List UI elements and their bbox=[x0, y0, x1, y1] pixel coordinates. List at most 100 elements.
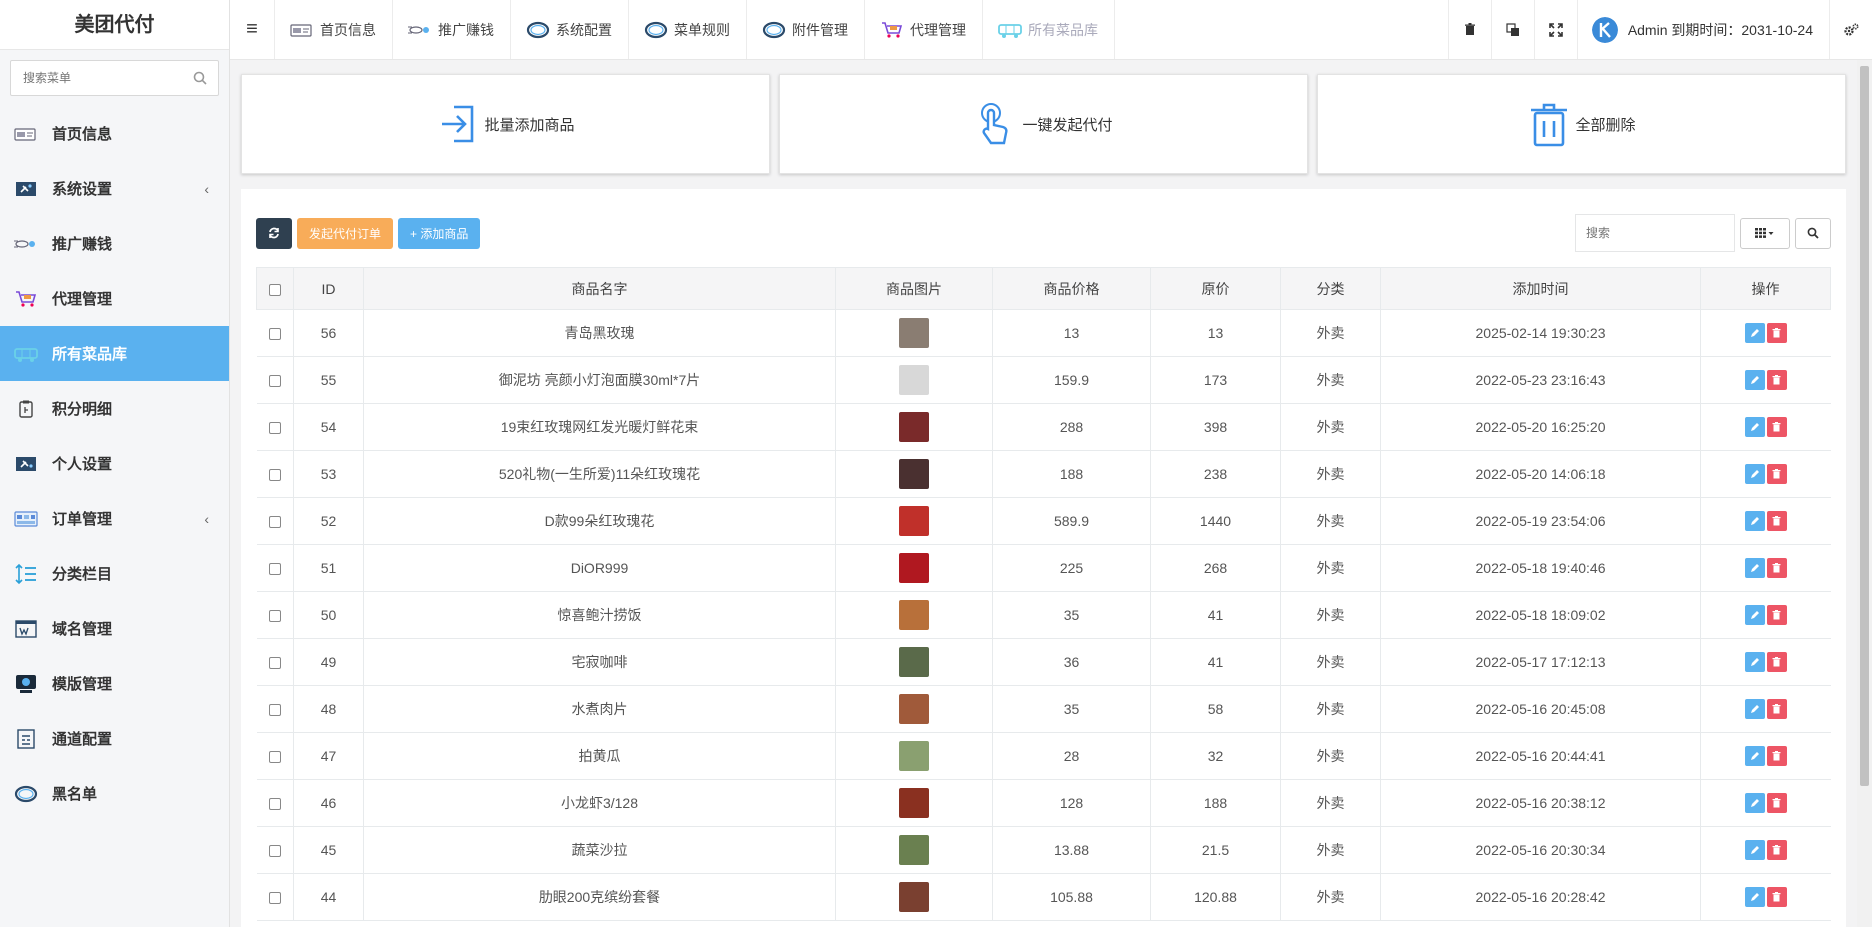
theme-settings-button[interactable] bbox=[1829, 0, 1872, 59]
product-thumbnail[interactable] bbox=[899, 365, 929, 395]
sidebar-item-11[interactable]: 通道配置 bbox=[0, 711, 229, 766]
edit-button[interactable] bbox=[1744, 558, 1765, 578]
row-checkbox[interactable] bbox=[268, 798, 281, 811]
delete-button[interactable] bbox=[1766, 464, 1787, 484]
create-pay-order-button[interactable]: 发起代付订单 bbox=[297, 217, 394, 249]
row-checkbox[interactable] bbox=[268, 375, 281, 388]
row-checkbox[interactable] bbox=[268, 704, 281, 717]
product-thumbnail[interactable] bbox=[899, 318, 929, 348]
row-checkbox[interactable] bbox=[268, 845, 281, 858]
sidebar-item-2[interactable]: 推广赚钱 bbox=[0, 216, 229, 271]
select-all-checkbox[interactable] bbox=[269, 283, 281, 296]
product-thumbnail[interactable] bbox=[899, 835, 929, 865]
product-thumbnail[interactable] bbox=[899, 882, 929, 912]
product-thumbnail[interactable] bbox=[899, 694, 929, 724]
delete-button[interactable] bbox=[1766, 605, 1787, 625]
page-scrollbar[interactable] bbox=[1857, 60, 1872, 927]
add-product-button[interactable]: + 添加商品 bbox=[398, 217, 481, 249]
edit-button[interactable] bbox=[1744, 464, 1765, 484]
tab-2[interactable]: 系统配置 bbox=[510, 0, 628, 59]
sidebar-item-5[interactable]: 积分明细 bbox=[0, 381, 229, 436]
col-category[interactable]: 分类 bbox=[1280, 267, 1381, 310]
advanced-search-button[interactable] bbox=[1795, 217, 1831, 249]
product-thumbnail[interactable] bbox=[899, 412, 929, 442]
row-checkbox[interactable] bbox=[268, 657, 281, 670]
sidebar-item-0[interactable]: 首页信息 bbox=[0, 106, 229, 161]
sidebar-item-9[interactable]: 域名管理 bbox=[0, 601, 229, 656]
sidebar-item-8[interactable]: 分类栏目 bbox=[0, 546, 229, 601]
sidebar-item-4[interactable]: 所有菜品库 bbox=[0, 326, 229, 381]
tab-6[interactable]: 所有菜品库 bbox=[982, 0, 1115, 59]
edit-button[interactable] bbox=[1744, 370, 1765, 390]
edit-button[interactable] bbox=[1744, 605, 1765, 625]
delete-button[interactable] bbox=[1766, 699, 1787, 719]
delete-button[interactable] bbox=[1766, 793, 1787, 813]
edit-button[interactable] bbox=[1744, 887, 1765, 907]
col-price[interactable]: 商品价格 bbox=[992, 267, 1151, 310]
delete-button[interactable] bbox=[1766, 558, 1787, 578]
row-checkbox[interactable] bbox=[268, 469, 281, 482]
edit-button[interactable] bbox=[1744, 652, 1765, 672]
clear-cache-button[interactable] bbox=[1447, 0, 1491, 59]
search-icon[interactable] bbox=[192, 70, 208, 86]
refresh-button[interactable] bbox=[256, 217, 292, 249]
tab-1[interactable]: 推广赚钱 bbox=[392, 0, 510, 59]
row-checkbox[interactable] bbox=[268, 516, 281, 529]
product-thumbnail[interactable] bbox=[899, 553, 929, 583]
delete-button[interactable] bbox=[1766, 417, 1787, 437]
col-name[interactable]: 商品名字 bbox=[363, 267, 836, 310]
edit-button[interactable] bbox=[1744, 699, 1765, 719]
product-thumbnail[interactable] bbox=[899, 459, 929, 489]
delete-button[interactable] bbox=[1766, 511, 1787, 531]
menu-search[interactable] bbox=[10, 60, 219, 96]
edit-button[interactable] bbox=[1744, 323, 1765, 343]
delete-button[interactable] bbox=[1766, 840, 1787, 860]
menu-toggle-button[interactable]: ≡ bbox=[230, 0, 274, 59]
edit-button[interactable] bbox=[1744, 746, 1765, 766]
row-checkbox[interactable] bbox=[268, 610, 281, 623]
one-click-pay-card[interactable]: 一键发起代付 bbox=[779, 74, 1308, 174]
tab-4[interactable]: 附件管理 bbox=[746, 0, 864, 59]
tab-5[interactable]: 代理管理 bbox=[864, 0, 982, 59]
col-added-time[interactable]: 添加时间 bbox=[1380, 267, 1701, 310]
sidebar-item-7[interactable]: 订单管理 ‹ bbox=[0, 491, 229, 546]
col-original-price[interactable]: 原价 bbox=[1150, 267, 1281, 310]
row-checkbox[interactable] bbox=[268, 422, 281, 435]
product-thumbnail[interactable] bbox=[899, 788, 929, 818]
col-id[interactable]: ID bbox=[293, 267, 364, 310]
delete-button[interactable] bbox=[1766, 746, 1787, 766]
product-thumbnail[interactable] bbox=[899, 647, 929, 677]
tab-3[interactable]: 菜单规则 bbox=[628, 0, 746, 59]
row-checkbox[interactable] bbox=[268, 328, 281, 341]
tab-0[interactable]: 首页信息 bbox=[274, 0, 392, 59]
col-image[interactable]: 商品图片 bbox=[835, 267, 993, 310]
table-search-input[interactable] bbox=[1575, 214, 1735, 252]
delete-button[interactable] bbox=[1766, 370, 1787, 390]
delete-button[interactable] bbox=[1766, 323, 1787, 343]
language-button[interactable] bbox=[1490, 0, 1534, 59]
edit-button[interactable] bbox=[1744, 511, 1765, 531]
sidebar-item-10[interactable]: 模版管理 bbox=[0, 656, 229, 711]
sidebar-item-1[interactable]: 系统设置 ‹ bbox=[0, 161, 229, 216]
delete-button[interactable] bbox=[1766, 887, 1787, 907]
product-thumbnail[interactable] bbox=[899, 506, 929, 536]
product-thumbnail[interactable] bbox=[899, 600, 929, 630]
row-checkbox[interactable] bbox=[268, 563, 281, 576]
sidebar-item-12[interactable]: 黑名单 bbox=[0, 766, 229, 821]
row-checkbox[interactable] bbox=[268, 751, 281, 764]
edit-button[interactable] bbox=[1744, 840, 1765, 860]
product-thumbnail[interactable] bbox=[899, 741, 929, 771]
user-menu[interactable]: Admin 到期时间：2031-10-24 bbox=[1576, 0, 1829, 59]
row-checkbox[interactable] bbox=[268, 892, 281, 905]
delete-all-card[interactable]: 全部删除 bbox=[1317, 74, 1846, 174]
menu-search-input[interactable] bbox=[11, 61, 218, 95]
columns-toggle-button[interactable] bbox=[1740, 217, 1790, 249]
edit-button[interactable] bbox=[1744, 417, 1765, 437]
batch-add-card[interactable]: 批量添加商品 bbox=[241, 74, 770, 174]
edit-button[interactable] bbox=[1744, 793, 1765, 813]
scrollbar-thumb[interactable] bbox=[1860, 66, 1869, 786]
sidebar-item-6[interactable]: 个人设置 bbox=[0, 436, 229, 491]
delete-button[interactable] bbox=[1766, 652, 1787, 672]
fullscreen-button[interactable] bbox=[1533, 0, 1577, 59]
sidebar-item-3[interactable]: 代理管理 bbox=[0, 271, 229, 326]
